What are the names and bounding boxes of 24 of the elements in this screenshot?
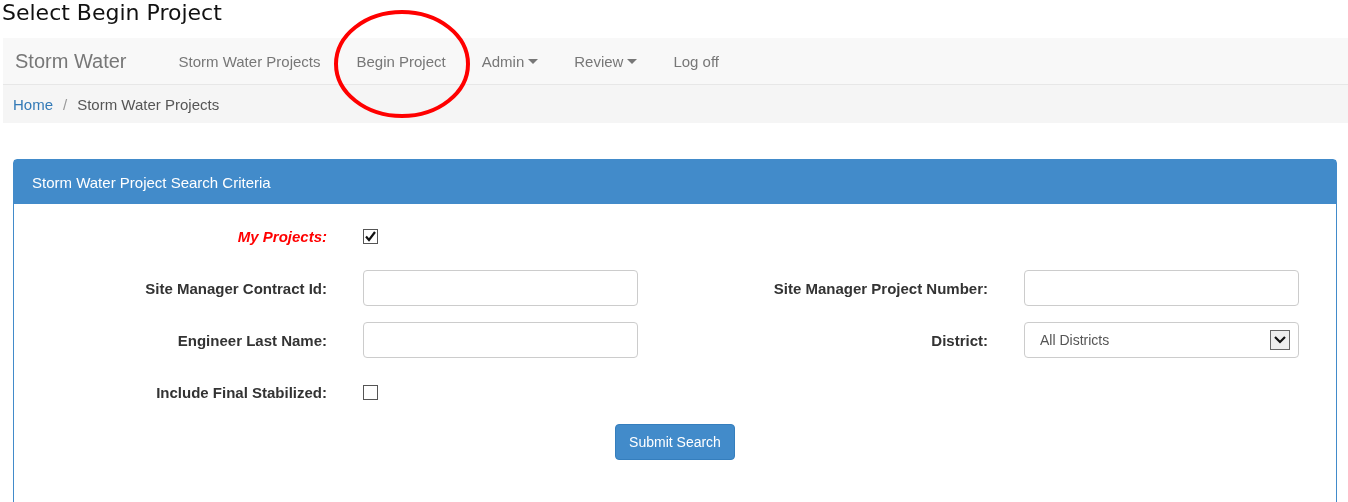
district-dropdown[interactable]: All Districts <box>1024 322 1299 358</box>
nav-link[interactable]: Review <box>556 38 656 84</box>
panel-title: Storm Water Project Search Criteria <box>14 160 1336 204</box>
chevron-down-icon[interactable] <box>1270 330 1290 350</box>
field-label: Site Manager Contract Id: <box>144 279 327 297</box>
field-label: District: <box>930 331 988 349</box>
brand-link[interactable]: Storm Water <box>3 49 161 73</box>
caption-text: Select Begin Project <box>1 0 223 27</box>
checkbox[interactable] <box>363 228 378 244</box>
nav-link[interactable]: Admin <box>463 38 557 84</box>
nav-link[interactable]: Log off <box>655 38 738 84</box>
field-label: My Projects: <box>236 227 327 245</box>
nav-link[interactable]: Storm Water Projects <box>160 38 339 84</box>
breadcrumb-current: Storm Water Projects <box>77 95 220 113</box>
checkbox[interactable] <box>363 384 378 400</box>
breadcrumb-link[interactable]: Home <box>13 95 53 113</box>
field-label: Include Final Stabilized: <box>155 383 327 401</box>
breadcrumb-separator: / <box>62 95 69 113</box>
text-field[interactable] <box>363 270 638 306</box>
submit-button[interactable]: Submit Search <box>615 424 735 460</box>
field-label: Site Manager Project Number: <box>772 279 988 297</box>
text-field[interactable] <box>363 322 638 358</box>
text-field[interactable] <box>1024 270 1299 306</box>
field-label: Engineer Last Name: <box>176 331 327 349</box>
